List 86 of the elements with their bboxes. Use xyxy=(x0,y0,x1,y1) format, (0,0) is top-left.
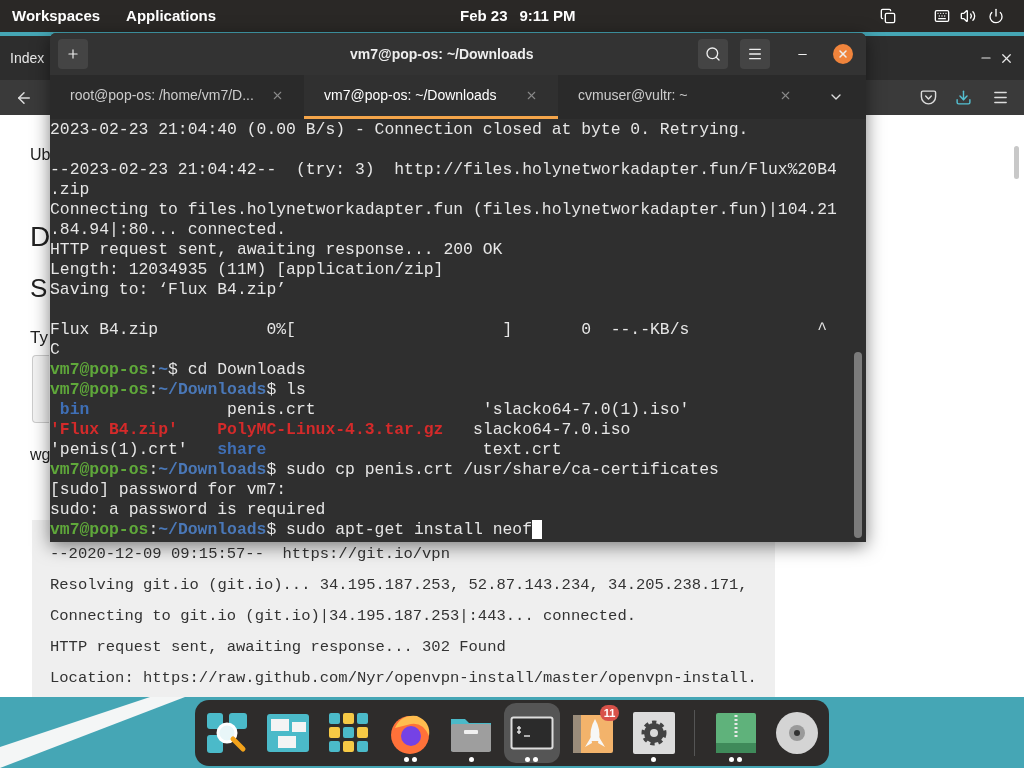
dock-item[interactable] xyxy=(503,703,561,763)
terminal-text: $ sudo cp penis.crt /usr/share/ca-certificates xyxy=(266,460,719,480)
terminal-text: C xyxy=(50,340,60,360)
archive-name: 'Flux B4.zip' xyxy=(50,420,179,440)
page-text: wg xyxy=(30,444,51,463)
terminal-text: : xyxy=(148,360,159,380)
terminal-text: .zip xyxy=(50,180,90,200)
terminal-text: : xyxy=(148,520,159,540)
prompt-user: vm7@pop-os xyxy=(50,360,149,380)
terminal-tab[interactable]: cvmuser@vultr: ~ xyxy=(558,75,812,119)
terminal-tab[interactable]: root@pop-os: /home/vm7/D... xyxy=(50,75,304,119)
terminal-text: Length: 12034935 (11M) [application/zip] xyxy=(50,260,444,280)
download-icon[interactable] xyxy=(955,89,972,106)
top-bar-menu[interactable]: Workspaces xyxy=(12,4,101,28)
page-text: Ub xyxy=(30,145,51,165)
terminal-tab[interactable]: vm7@pop-os: ~/Downloads xyxy=(304,75,558,119)
notification-badge: 11 xyxy=(599,705,620,721)
terminal-text: slacko64-7.0.iso xyxy=(471,420,631,440)
menu-button[interactable] xyxy=(740,39,770,69)
terminal-text: HTTP request sent, awaiting response... 200 OK xyxy=(50,240,503,260)
tab-label: root@pop-os: /home/vm7/D... xyxy=(70,86,254,105)
page-text: Ty xyxy=(30,327,48,349)
disc-icon xyxy=(774,711,819,755)
menu-icon xyxy=(747,46,763,62)
prompt-path: ~ xyxy=(158,360,169,380)
prompt-path: ~/Downloads xyxy=(158,520,267,540)
tab-label: vm7@pop-os: ~/Downloads xyxy=(324,86,497,105)
terminal-text: : xyxy=(148,460,159,480)
prompt-path: ~/Downloads xyxy=(158,380,267,400)
stacked-screens-icon[interactable] xyxy=(880,8,896,24)
text-cursor xyxy=(532,520,542,539)
terminal-text: Connecting to files.holynetworkadapter.fun (files.holynetworkadapter.fun)|104.21 xyxy=(50,200,837,220)
terminal-text: 'penis(1).crt' xyxy=(50,440,189,460)
terminal-text: $ sudo apt-get install neof xyxy=(266,520,532,540)
dock-item[interactable]: 11 xyxy=(564,703,622,763)
close-icon xyxy=(837,48,849,60)
terminal-text: penis.crt 'slacko64-7.0(1).iso' xyxy=(226,400,690,420)
volume-icon[interactable] xyxy=(960,8,976,24)
browser-tab-title[interactable]: Index xyxy=(10,47,45,69)
code-line: --2020-12-09 09:15:57-- https://git.io/vpn xyxy=(50,544,450,564)
terminal-text: 2023-02-23 21:04:40 (0.00 B/s) - Connection closed at byte 0. Retrying. xyxy=(50,120,749,140)
prompt-user: vm7@pop-os xyxy=(50,520,149,540)
page-heading: D xyxy=(30,223,51,251)
code-line: Connecting to git.io (git.io)|34.195.187.253|:443... connected. xyxy=(50,606,636,626)
terminal-icon xyxy=(510,716,554,750)
prompt-path: ~/Downloads xyxy=(158,460,267,480)
input-field[interactable] xyxy=(32,354,49,423)
scrollbar-thumb[interactable] xyxy=(1014,146,1019,179)
terminal-text: $ ls xyxy=(266,380,306,400)
keyboard-icon[interactable] xyxy=(934,8,950,24)
archive-box-icon xyxy=(715,711,756,755)
archive-name: PolyMC-Linux-4.3.tar.gz xyxy=(217,420,444,440)
power-icon[interactable] xyxy=(988,8,1004,24)
code-line: Resolving git.io (git.io)... 34.195.187.253, 52.87.143.234, 34.205.238.171, xyxy=(50,575,748,595)
terminal-text: --2023-02-23 21:04:42-- (try: 3) http://files.holynetworkadapter.fun/Flux%20B4 xyxy=(50,160,837,180)
pocket-icon[interactable] xyxy=(920,89,937,106)
clock-time[interactable]: 9:11 PM xyxy=(519,4,576,28)
gear-icon xyxy=(631,711,676,755)
terminal-text: sudo: a password is required xyxy=(50,500,326,520)
scrollbar-thumb[interactable] xyxy=(854,352,862,538)
code-line: Location: https://raw.github.com/Nyr/openvpn-install/master/openvpn-install. xyxy=(50,668,757,688)
prompt-user: vm7@pop-os xyxy=(50,460,149,480)
page-heading: S xyxy=(30,275,48,301)
terminal-text: Flux B4.zip 0%[ ] 0 --.-KB/s ^ xyxy=(50,320,828,340)
terminal-text: Saving to: ‘Flux B4.zip’ xyxy=(50,280,287,300)
terminal-text: [sudo] password for vm7: xyxy=(50,480,287,500)
code-line: HTTP request sent, awaiting response... 302 Found xyxy=(50,637,506,657)
new-tab-button[interactable] xyxy=(58,39,88,69)
search-icon xyxy=(705,46,721,62)
window-title: vm7@pop-os: ~/Downloads xyxy=(350,44,534,64)
menu-icon[interactable] xyxy=(992,89,1009,106)
directory-name: share xyxy=(217,440,267,460)
directory-name: bin xyxy=(58,400,90,420)
terminal-text: $ cd Downloads xyxy=(168,360,306,380)
plus-icon xyxy=(66,47,80,61)
terminal-text: : xyxy=(148,380,159,400)
windows-icon xyxy=(266,711,311,755)
search-button[interactable] xyxy=(698,39,728,69)
prompt-user: vm7@pop-os xyxy=(50,380,149,400)
clock-date[interactable]: Feb 23 xyxy=(460,4,508,28)
magnifier-icon xyxy=(205,711,250,755)
close-button[interactable] xyxy=(833,44,853,64)
top-bar-menu[interactable]: Applications xyxy=(126,4,217,28)
tab-label: cvmuser@vultr: ~ xyxy=(578,86,688,105)
terminal-text: text.crt xyxy=(481,440,562,460)
terminal-text: .84.94|:80... connected. xyxy=(50,220,287,240)
